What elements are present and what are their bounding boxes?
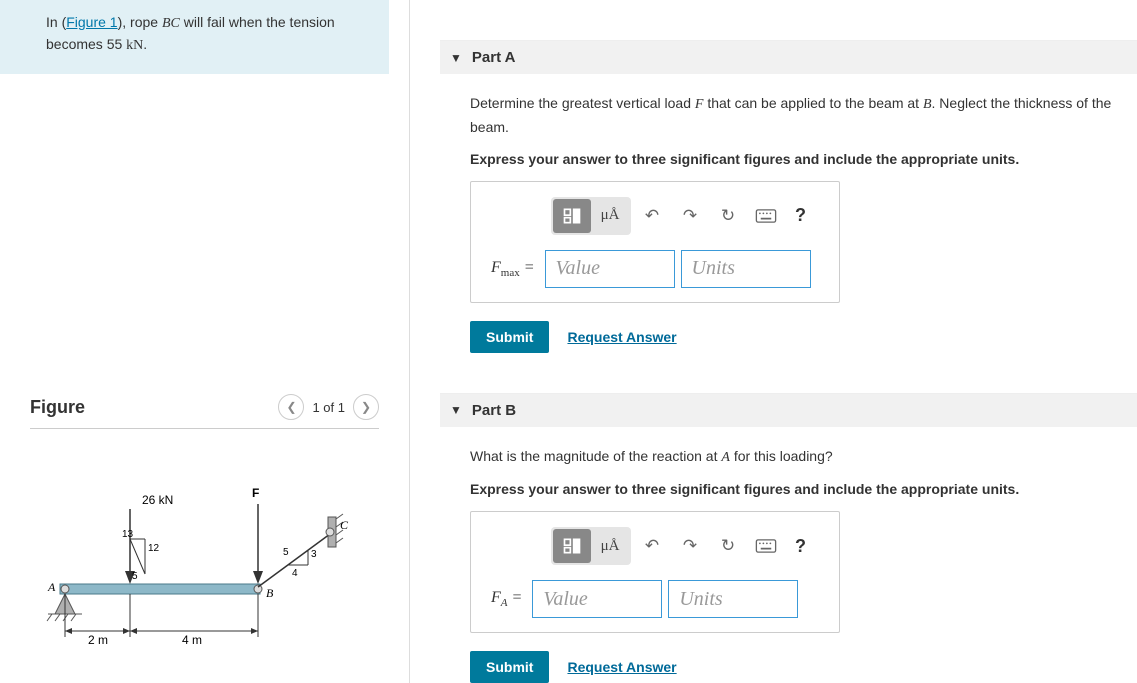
part-b-submit-button[interactable]: Submit [470, 651, 549, 683]
redo-icon[interactable]: ↷ [673, 199, 707, 233]
part-b-request-answer-link[interactable]: Request Answer [567, 659, 676, 675]
reset-icon[interactable]: ↻ [711, 529, 745, 563]
caret-down-icon: ▼ [450, 403, 462, 417]
part-a-units-input[interactable] [681, 250, 811, 288]
part-b-header[interactable]: ▼ Part B [440, 393, 1137, 427]
part-a-variable-label: Fmax = [491, 259, 539, 279]
figure-link[interactable]: Figure 1 [66, 14, 117, 30]
part-b-answer-box: μÅ ↶ ↷ ↻ ? FA = [470, 511, 840, 633]
part-a-header[interactable]: ▼ Part A [440, 40, 1137, 74]
svg-text:B: B [266, 586, 274, 600]
undo-icon[interactable]: ↶ [635, 199, 669, 233]
svg-text:12: 12 [148, 543, 160, 554]
figure-image: A B 13 12 5 26 kN [30, 479, 379, 649]
part-a-answer-box: μÅ ↶ ↷ ↻ ? Fmax = [470, 181, 840, 303]
figure-nav-label: 1 of 1 [312, 400, 345, 415]
svg-text:5: 5 [132, 571, 138, 582]
part-b-units-input[interactable] [668, 580, 798, 618]
help-button[interactable]: ? [787, 536, 814, 557]
caret-down-icon: ▼ [450, 51, 462, 65]
figure-next-button[interactable]: ❯ [353, 394, 379, 420]
keyboard-icon[interactable] [749, 529, 783, 563]
part-a-question: Determine the greatest vertical load F t… [470, 92, 1137, 139]
figure-title: Figure [30, 397, 85, 418]
template-icon[interactable] [553, 529, 591, 563]
figure-prev-button[interactable]: ❮ [278, 394, 304, 420]
special-char-button[interactable]: μÅ [591, 199, 629, 233]
rope-name: BC [162, 16, 180, 31]
part-a-submit-button[interactable]: Submit [470, 321, 549, 353]
undo-icon[interactable]: ↶ [635, 529, 669, 563]
svg-text:26 kN: 26 kN [142, 493, 173, 507]
part-b-variable-label: FA = [491, 589, 526, 609]
part-b-title: Part B [472, 402, 516, 419]
special-char-button[interactable]: μÅ [591, 529, 629, 563]
template-icon[interactable] [553, 199, 591, 233]
reset-icon[interactable]: ↻ [711, 199, 745, 233]
svg-text:13: 13 [122, 529, 134, 540]
svg-text:5: 5 [283, 547, 289, 558]
part-a-instructions: Express your answer to three significant… [470, 151, 1137, 167]
svg-text:4: 4 [292, 568, 298, 579]
help-button[interactable]: ? [787, 205, 814, 226]
intro-text: In ( [46, 14, 66, 30]
problem-statement: In (Figure 1), rope BC will fail when th… [0, 0, 389, 74]
part-b-instructions: Express your answer to three significant… [470, 481, 1137, 497]
part-a-request-answer-link[interactable]: Request Answer [567, 329, 676, 345]
part-a-title: Part A [472, 49, 516, 66]
svg-text:C: C [340, 518, 349, 532]
part-a-value-input[interactable] [545, 250, 675, 288]
part-b-value-input[interactable] [532, 580, 662, 618]
redo-icon[interactable]: ↷ [673, 529, 707, 563]
svg-text:A: A [47, 580, 56, 594]
svg-text:F: F [252, 486, 259, 500]
svg-text:2 m: 2 m [88, 633, 108, 647]
part-b-question: What is the magnitude of the reaction at… [470, 445, 1137, 469]
svg-text:3: 3 [311, 549, 317, 560]
keyboard-icon[interactable] [749, 199, 783, 233]
svg-text:4 m: 4 m [182, 633, 202, 647]
